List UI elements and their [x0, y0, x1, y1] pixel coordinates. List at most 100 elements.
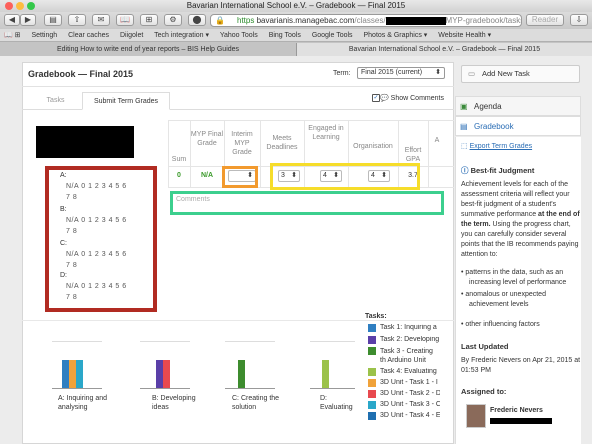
legend-item: 3D Unit - Task 2 - D	[380, 390, 440, 397]
browser-toolbar: ◀ ▶ ▤ ⇧ ✉ 📖 ⊞ ⚙ ⬤ 🔒 https bavarianis.man…	[0, 12, 592, 29]
legend-item: Task 2: Developing	[380, 336, 440, 343]
sum-value: 0	[177, 172, 181, 179]
checkbox-icon[interactable]: ✓	[372, 94, 380, 103]
page-title: Gradebook — Final 2015	[28, 69, 134, 79]
address-bar[interactable]: 🔒 https bavarianis.managebac.com/classes…	[210, 14, 522, 27]
lock-icon: 🔒	[215, 16, 225, 25]
url-path-end: MYP-gradebook/tasks/term	[445, 16, 521, 25]
criterion-label: A:	[60, 172, 67, 179]
chart-grid	[310, 341, 355, 342]
forward-button[interactable]: ▶	[20, 14, 36, 26]
redacted-email	[490, 418, 552, 424]
tab-submit-term-grades[interactable]: Submit Term Grades	[82, 92, 170, 110]
bookmark-item[interactable]: Google Tools	[312, 32, 353, 39]
last-updated-title: Last Updated	[461, 342, 509, 351]
bookmark-item[interactable]: Settingh	[31, 32, 57, 39]
browser-tab[interactable]: Editing How to write end of year reports…	[0, 43, 296, 56]
legend-swatch	[368, 336, 376, 344]
bookmark-item[interactable]: Diigolet	[120, 32, 143, 39]
topsites-button[interactable]: ⊞	[140, 14, 158, 26]
criterion-levels[interactable]: 7 8	[66, 194, 77, 201]
chevron-down-icon: ⬍	[435, 69, 441, 76]
criterion-levels[interactable]: N/A 0 1 2 3 4 5 6	[66, 251, 127, 258]
table-divider	[260, 120, 261, 188]
bullet-item: • anomalous or unexpected achievement le…	[461, 291, 546, 308]
chart-grid	[140, 341, 190, 342]
legend-swatch	[368, 324, 376, 332]
pin-button[interactable]: ⬤	[188, 14, 206, 26]
redacted-url-segment	[385, 16, 446, 25]
best-fit-title-text: Best-fit Judgment	[470, 166, 535, 175]
info-icon: ⓘ	[461, 166, 469, 175]
chart-bar	[156, 360, 163, 388]
bookmark-item[interactable]: Photos & Graphics ▾	[364, 32, 428, 39]
table-divider	[428, 120, 429, 188]
column-header-interim: Interim MYP Grade	[231, 131, 253, 156]
downloads-button[interactable]: ⇩	[570, 14, 588, 26]
sidebar-item-agenda[interactable]: ▣ Agenda	[455, 96, 581, 116]
criterion-levels[interactable]: 7 8	[66, 228, 77, 235]
legend-item: Task 3 - Creating th Arduino Unit	[380, 348, 433, 364]
criterion-levels[interactable]: N/A 0 1 2 3 4 5 6	[66, 183, 127, 190]
legend-swatch	[368, 390, 376, 398]
bookmark-item[interactable]: Bing Tools	[269, 32, 301, 39]
show-comments-toggle[interactable]: ✓💬 Show Comments	[372, 94, 444, 103]
back-button[interactable]: ◀	[4, 14, 20, 26]
legend-item: 3D Unit - Task 3 - C	[380, 401, 440, 408]
chart-caption: A: Inquiring and analysing	[58, 395, 108, 411]
close-window-button[interactable]	[5, 2, 13, 10]
criterion-levels[interactable]: 7 8	[66, 262, 77, 269]
bullet-text: anomalous or unexpected achievement leve…	[465, 291, 546, 308]
tab-tasks[interactable]: Tasks	[33, 92, 78, 110]
zoom-window-button[interactable]	[27, 2, 35, 10]
assignee-name[interactable]: Frederic Nevers	[490, 406, 543, 416]
sidebar-item-label: Agenda	[474, 102, 502, 111]
export-term-grades-label: Export Term Grades	[469, 143, 533, 150]
criterion-levels[interactable]: N/A 0 1 2 3 4 5 6	[66, 283, 127, 290]
gradebook-icon: ▤	[460, 122, 468, 131]
bullet-text: patterns in the data, such as an increas…	[465, 269, 567, 286]
browser-tab-active[interactable]: Bavarian International School e.V. – Gra…	[296, 43, 592, 56]
bullet-item: • other influencing factors	[461, 321, 540, 328]
table-border	[168, 120, 454, 121]
reader-button[interactable]: Reader	[526, 14, 564, 26]
comments-field[interactable]: Comments	[170, 191, 444, 215]
bookmark-item[interactable]: Tech integration ▾	[154, 32, 209, 39]
column-header-effort-gpa: Effort GPA	[404, 147, 422, 163]
legend-item: 3D Unit - Task 1 - I	[380, 379, 438, 386]
sidebar-button[interactable]: ▤	[44, 14, 62, 26]
add-new-task-button[interactable]: ▭ Add New Task	[461, 65, 580, 83]
export-icon: ⬚	[461, 143, 468, 150]
redacted-student-name	[36, 126, 134, 158]
criterion-levels[interactable]: N/A 0 1 2 3 4 5 6	[66, 217, 127, 224]
bullet-text: other influencing factors	[465, 321, 540, 328]
extension-button[interactable]: ⚙	[164, 14, 182, 26]
term-select[interactable]: Final 2015 (current) ⬍	[357, 67, 445, 79]
assigned-to-title: Assigned to:	[461, 387, 507, 396]
criterion-label: D:	[60, 272, 67, 279]
window-title: Bavarian International School e.V. – Gra…	[186, 1, 406, 10]
term-select-value: Final 2015 (current)	[361, 69, 423, 76]
legend-item: Task 4: Evaluating	[380, 368, 437, 375]
sidebar-item-label: Gradebook	[474, 122, 514, 131]
export-term-grades-link[interactable]: ⬚ Export Term Grades	[461, 142, 532, 152]
bookmarks-button[interactable]: 📖	[116, 14, 134, 26]
url-host: bavarianis.managebac.com	[256, 16, 355, 25]
bullet-item: • patterns in the data, such as an incre…	[461, 269, 567, 286]
divider	[22, 86, 454, 87]
chart-caption: C: Creating the solution	[232, 395, 280, 411]
legend-item: Task 1: Inquiring a	[380, 324, 437, 331]
bookmarks-icon[interactable]: 📖 ⊞	[4, 32, 21, 39]
browser-tab-label: Bavarian International School e.V. – Gra…	[348, 46, 541, 53]
criterion-levels[interactable]: 7 8	[66, 294, 77, 301]
bookmark-item[interactable]: Yahoo Tools	[220, 32, 258, 39]
favorites-button[interactable]: ✉	[92, 14, 110, 26]
minimize-window-button[interactable]	[16, 2, 24, 10]
avatar	[466, 404, 486, 428]
sidebar-item-gradebook[interactable]: ▤ Gradebook	[455, 116, 581, 136]
bookmark-item[interactable]: Clear caches	[68, 32, 109, 39]
chart-axis	[140, 388, 190, 389]
chart-grid	[225, 341, 275, 342]
share-button[interactable]: ⇧	[68, 14, 86, 26]
bookmark-item[interactable]: Website Health ▾	[438, 32, 491, 39]
